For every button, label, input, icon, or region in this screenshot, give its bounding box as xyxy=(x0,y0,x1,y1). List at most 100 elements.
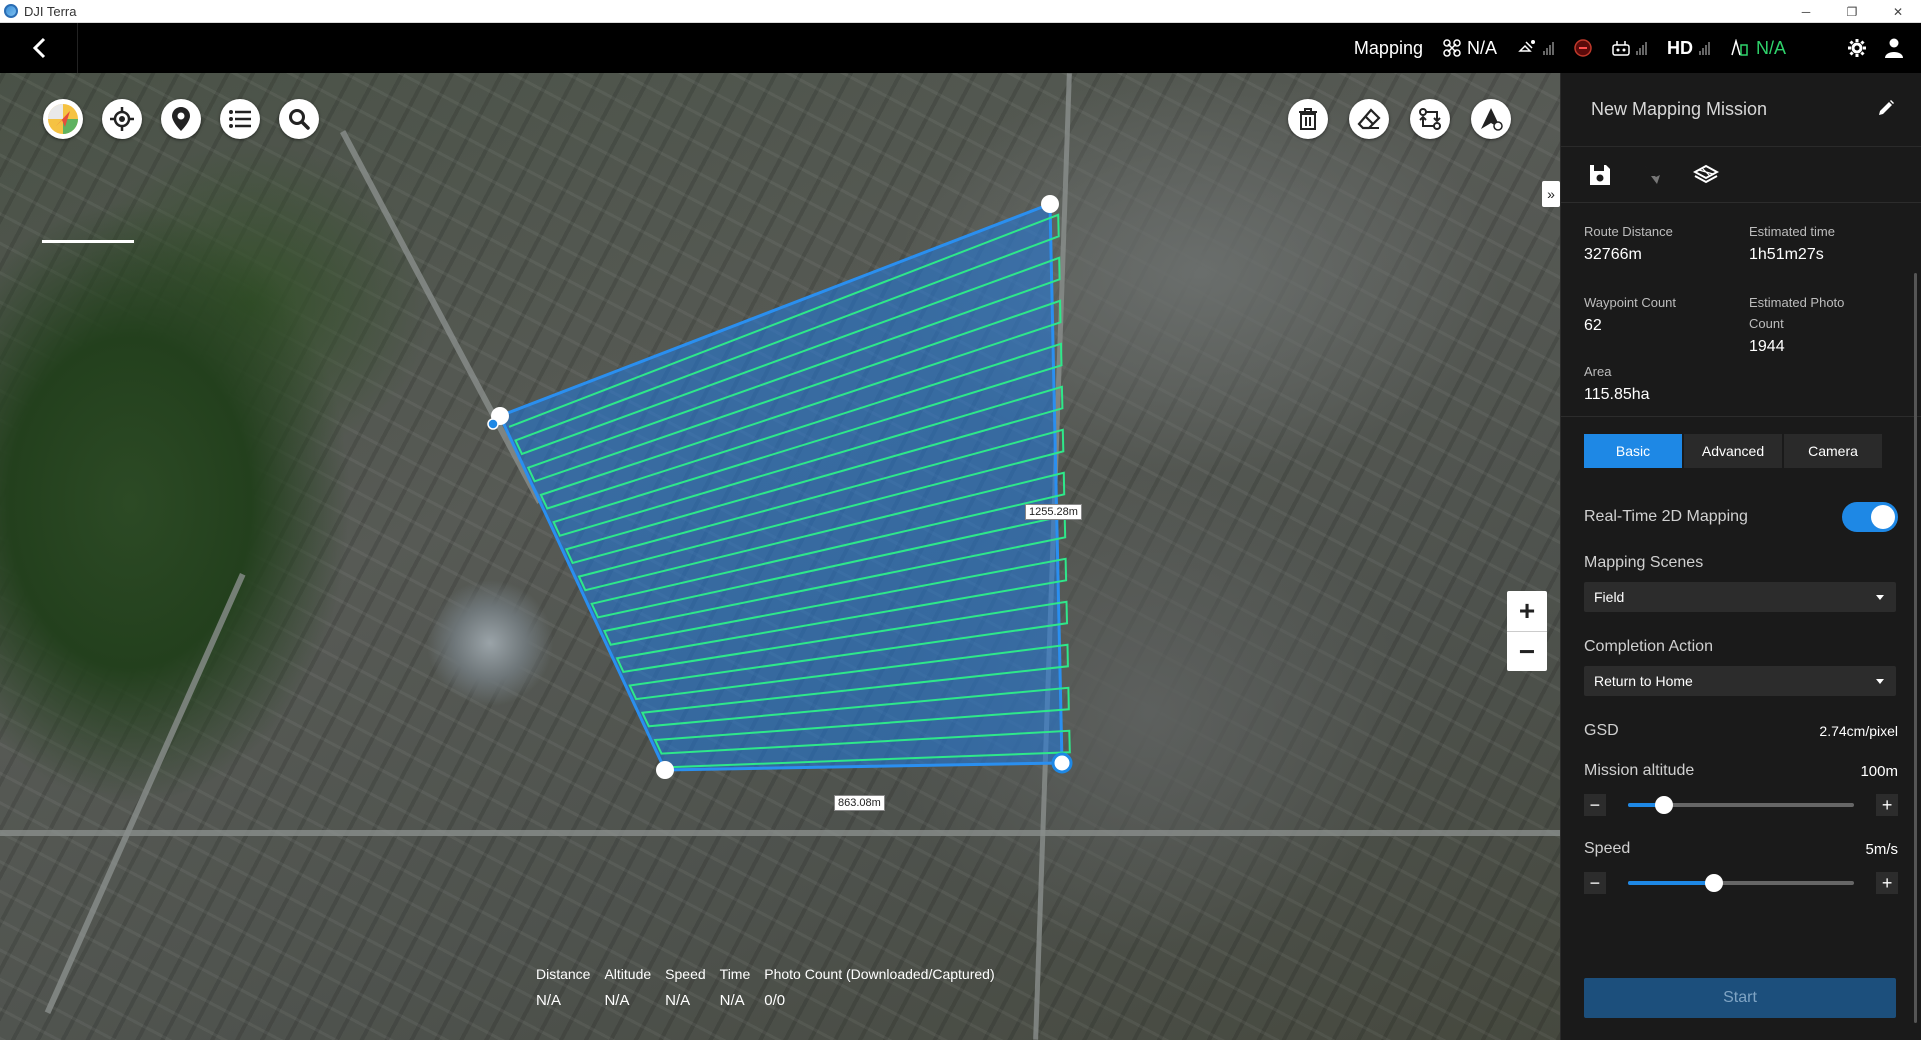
telemetry-label: Photo Count (Downloaded/Captured) xyxy=(764,966,995,982)
telemetry-value: N/A xyxy=(719,992,745,1009)
stat-value: 115.85ha xyxy=(1584,386,1650,404)
trash-icon xyxy=(1299,108,1317,130)
telemetry-value: N/A xyxy=(604,992,630,1009)
battery-status: N/A xyxy=(1730,38,1786,59)
stat-value: 62 xyxy=(1584,316,1602,334)
telemetry-label: Distance xyxy=(536,966,591,982)
search-icon xyxy=(289,109,310,130)
zoom-in-button[interactable]: + xyxy=(1507,591,1547,631)
restore-button[interactable]: ❐ xyxy=(1829,0,1875,23)
speed-label: Speed xyxy=(1584,840,1631,857)
hd-label: HD xyxy=(1666,37,1693,58)
obstacle-status xyxy=(1574,39,1592,57)
panel-scrollbar[interactable] xyxy=(1914,273,1917,1023)
expand-toolbar-button[interactable]: » xyxy=(1542,181,1560,207)
telemetry-time: Time N/A xyxy=(720,966,751,1009)
window-titlebar: DJI Terra ─ ❐ ✕ xyxy=(0,0,1921,23)
altitude-increase-button[interactable]: + xyxy=(1876,794,1898,816)
slider-fill xyxy=(1627,881,1714,885)
gsd-value: 2.74cm/pixel xyxy=(1819,723,1898,739)
mission-stats: Route Distance 32766m Estimated time 1h5… xyxy=(1561,203,1921,417)
rc-signal-bars-icon xyxy=(1635,41,1647,55)
stat-label: Estimated time xyxy=(1749,224,1835,239)
mission-actions xyxy=(1561,147,1921,203)
compass-tool[interactable] xyxy=(43,99,83,139)
tab-basic[interactable]: Basic xyxy=(1584,434,1684,468)
chevron-left-icon xyxy=(32,37,45,59)
stat-label: Area xyxy=(1584,364,1612,380)
zoom-controls: + − xyxy=(1507,591,1547,671)
telemetry-label: Altitude xyxy=(604,966,652,982)
altitude-slider[interactable] xyxy=(1627,796,1855,814)
edit-pencil-icon[interactable] xyxy=(1877,99,1895,117)
satellite-signal-icon xyxy=(1542,41,1554,55)
altitude-slider-row: − + xyxy=(1584,794,1898,816)
completion-action-row: Completion Action xyxy=(1584,638,1898,656)
completion-action-select[interactable]: Return to Home xyxy=(1584,666,1896,696)
reverse-route-icon xyxy=(1419,108,1441,130)
altitude-decrease-button[interactable]: − xyxy=(1584,794,1606,816)
back-button[interactable] xyxy=(0,23,78,73)
locate-tool[interactable] xyxy=(102,99,142,139)
reverse-route-tool[interactable] xyxy=(1410,99,1450,139)
eraser-tool[interactable] xyxy=(1349,99,1389,139)
telemetry-speed: Speed N/A xyxy=(665,966,705,1009)
satellite-map[interactable]: 1255.28m 863.08m » + − Distance N/A Alti… xyxy=(0,73,1560,1040)
import-icon[interactable] xyxy=(1641,164,1663,186)
mapping-scenes-row: Mapping Scenes xyxy=(1584,554,1898,572)
drone-status: N/A xyxy=(1443,38,1497,59)
save-icon[interactable] xyxy=(1589,164,1611,186)
window-controls: ─ ❐ ✕ xyxy=(1783,0,1921,23)
minimize-button[interactable]: ─ xyxy=(1783,0,1829,23)
crosshair-icon xyxy=(110,107,134,131)
vertex-handle[interactable] xyxy=(1041,195,1059,213)
map-layers-icon[interactable] xyxy=(1693,164,1719,186)
speed-row: Speed 5m/s xyxy=(1584,840,1898,858)
vertex-handle-selected[interactable] xyxy=(1051,752,1073,774)
delete-tool[interactable] xyxy=(1288,99,1328,139)
drone-icon xyxy=(1443,39,1461,57)
start-mission-button[interactable]: Start xyxy=(1584,978,1896,1018)
tab-advanced[interactable]: Advanced xyxy=(1684,434,1784,468)
flight-telemetry: Distance N/A Altitude N/A Speed N/A Time… xyxy=(536,966,995,1009)
stat-label: Estimated Photo Count xyxy=(1749,294,1845,331)
tab-camera[interactable]: Camera xyxy=(1784,434,1884,468)
telemetry-distance: Distance N/A xyxy=(536,966,590,1009)
speed-slider-row: − + xyxy=(1584,872,1898,894)
rc-battery-icon xyxy=(1731,39,1748,56)
speed-decrease-button[interactable]: − xyxy=(1584,872,1606,894)
settings-gear-icon[interactable] xyxy=(1847,38,1867,58)
gsd-label: GSD xyxy=(1584,722,1619,739)
mapping-scenes-select[interactable]: Field xyxy=(1584,582,1896,612)
dropdown-caret-icon xyxy=(1876,678,1884,684)
slider-thumb[interactable] xyxy=(1654,796,1673,814)
dropdown-caret-icon xyxy=(1876,594,1884,600)
list-tool[interactable] xyxy=(220,99,260,139)
speed-increase-button[interactable]: + xyxy=(1876,872,1898,894)
satellite-icon xyxy=(1518,40,1535,52)
top-right-icons xyxy=(1847,23,1903,73)
waypoint-tool[interactable] xyxy=(161,99,201,139)
stat-value: 1h51m27s xyxy=(1749,246,1824,263)
mapping-scenes-value: Field xyxy=(1594,589,1625,605)
slider-thumb[interactable] xyxy=(1704,874,1723,892)
stat-label: Waypoint Count xyxy=(1584,294,1677,310)
drone-status-text: N/A xyxy=(1466,37,1497,58)
telemetry-label: Speed xyxy=(665,966,706,982)
vertex-handle[interactable] xyxy=(656,761,674,779)
map-scale-bar xyxy=(42,240,134,243)
close-button[interactable]: ✕ xyxy=(1875,0,1921,23)
mission-polygon[interactable] xyxy=(497,201,1064,772)
takeoff-point-tool[interactable] xyxy=(1471,99,1511,139)
stat-estimated-time: Estimated time 1h51m27s xyxy=(1749,221,1919,276)
altitude-row: Mission altitude 100m xyxy=(1584,762,1898,780)
speed-slider[interactable] xyxy=(1627,874,1855,892)
realtime-mapping-toggle[interactable] xyxy=(1842,502,1898,532)
search-tool[interactable] xyxy=(279,99,319,139)
user-account-icon[interactable] xyxy=(1885,38,1903,58)
stat-value: 1944 xyxy=(1749,337,1785,355)
stat-value: 32766m xyxy=(1584,246,1642,263)
telemetry-value: 0/0 xyxy=(764,992,786,1009)
zoom-out-button[interactable]: − xyxy=(1507,631,1547,671)
basic-settings-form: Real-Time 2D Mapping Mapping Scenes Fiel… xyxy=(1561,502,1921,894)
